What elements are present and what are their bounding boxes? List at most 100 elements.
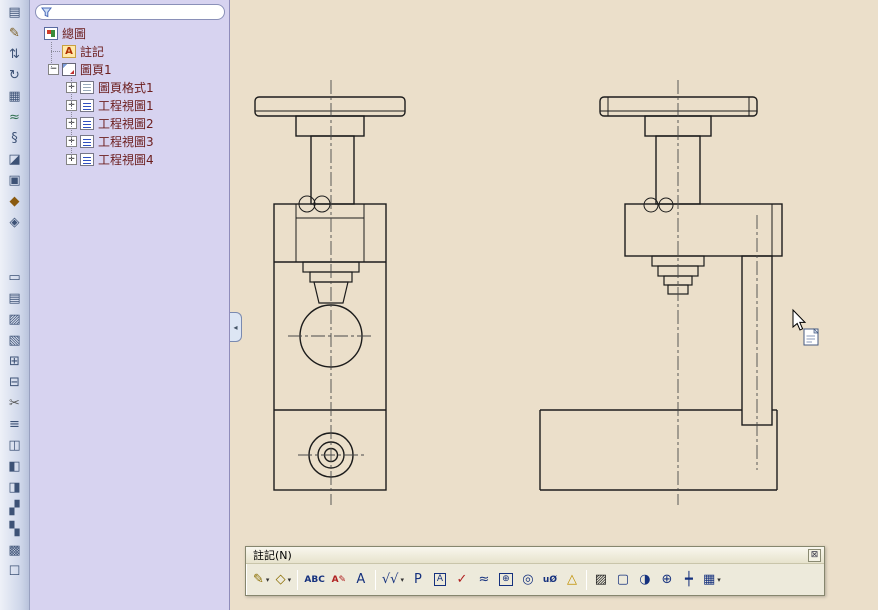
surface-finish-icon[interactable]: √√ ▾ [379, 568, 407, 592]
drawing-view-icon [80, 98, 94, 112]
merge-cells-icon[interactable]: ⊟ [3, 372, 27, 392]
projected-view-icon[interactable]: ◪ [3, 149, 27, 169]
solidworks-drawing-window: ▤ ✎ ⇅ ↻ ▦ ≈ § ◪ ▣ ◆ ◈ ▭ ▤ ▨ ▧ ⊞ ⊟ ✂ ≡ ◫ ◧ ◨ ▞ ▚ ▩ ☐ 總圖 A 註記 − 圖頁1 + 圖頁格… [0, 0, 878, 610]
tree-item-0[interactable]: 總圖 [30, 24, 229, 42]
dropdown-arrow-icon[interactable]: ▾ [400, 576, 404, 584]
balloon-icon-glyph: ◇ [275, 571, 286, 587]
half-fill-left-icon[interactable]: ◧ [3, 456, 27, 476]
tree-item-6[interactable]: + 工程視圖3 [30, 132, 229, 150]
weld-symbol-icon[interactable]: P [407, 568, 429, 592]
small-diamond-icon[interactable]: ◈ [3, 212, 27, 232]
section-symbol-icon[interactable]: § [3, 128, 27, 148]
note-text-icon[interactable]: A [350, 568, 372, 592]
collapse-expander-icon[interactable]: − [48, 63, 59, 75]
diamond-marker-icon[interactable]: ◆ [3, 191, 27, 211]
tree-item-label: 圖頁1 [80, 62, 112, 77]
datum-target-icon-glyph: ◎ [522, 571, 534, 587]
mouse-cursor-icon [792, 308, 819, 346]
spell-checker-icon[interactable]: ABC [301, 568, 327, 592]
swap-arrows-icon[interactable]: ⇅ [3, 44, 27, 64]
note-icon-glyph: ✎ [253, 571, 264, 587]
check-symbol-icon-glyph: ✓ [456, 571, 468, 587]
filter-input[interactable] [56, 6, 219, 18]
table-icon[interactable]: ▦ ▾ [700, 568, 724, 592]
tree-item-label: 註記 [80, 44, 105, 59]
tree-item-label: 工程視圖4 [98, 152, 154, 167]
tree-item-5[interactable]: + 工程視圖2 [30, 114, 229, 132]
note-text-icon-glyph: A [356, 571, 366, 587]
revision-cloud-icon[interactable]: ▢ [612, 568, 634, 592]
tree-connector-stub [51, 51, 60, 52]
caterpillar-icon[interactable]: ≈ [473, 568, 495, 592]
close-button[interactable]: ⊠ [808, 548, 821, 562]
annotation-toolbar: 註記(N) ⊠ ✎ ▾ ◇ ▾ ABC A✎ A √√ ▾ P A ✓ ≈ ⊕ ◎ uØ △ ▨ ▢ ◑ ⊕ ┿ ▦ ▾ [245, 546, 825, 596]
drawing-canvas[interactable] [230, 0, 878, 610]
annotation-toolbar-titlebar[interactable]: 註記(N) ⊠ [246, 547, 824, 564]
tree-connector-line [51, 42, 52, 69]
pattern-tool-icon[interactable]: ▧ [3, 330, 27, 350]
tree-item-3[interactable]: + 圖頁格式1 [30, 78, 229, 96]
feature-tree-panel: 總圖 A 註記 − 圖頁1 + 圖頁格式1 + 工程視圖1 + 工程視圖2 + 工程視圖3 + 工程視圖4 [30, 0, 230, 610]
annotation-toolbar-title: 註記(N) [253, 549, 292, 562]
diagonal-fill-icon[interactable]: ▞ [3, 498, 27, 518]
drawing-view-icon [80, 134, 94, 148]
drawing-sheet[interactable] [230, 0, 878, 610]
dropdown-arrow-icon[interactable]: ▾ [288, 576, 292, 584]
front-view-centerlines [288, 80, 374, 505]
revision-symbol-icon[interactable]: △ [561, 568, 583, 592]
note-icon[interactable]: ✎ ▾ [250, 568, 272, 592]
view-palette-icon[interactable]: ▣ [3, 170, 27, 190]
outline-box-icon[interactable]: ☐ [3, 561, 27, 581]
format-painter-icon[interactable]: A✎ [328, 568, 350, 592]
toolbar-separator [374, 569, 376, 590]
balloon-icon[interactable]: ◇ ▾ [272, 568, 294, 592]
feature-tree-filter [35, 4, 225, 20]
center-mark-icon-glyph: ⊕ [661, 571, 673, 587]
area-hatch-icon[interactable]: ▨ [590, 568, 612, 592]
hole-callout-icon[interactable]: uØ [539, 568, 561, 592]
frame-tool-icon[interactable]: ▭ [3, 267, 27, 287]
rotate-view-icon[interactable]: ↻ [3, 65, 27, 85]
dropdown-arrow-icon[interactable]: ▾ [266, 576, 270, 584]
spline-icon[interactable]: ≈ [3, 107, 27, 127]
spell-checker-icon-glyph: ABC [304, 574, 325, 585]
view-grid-icon[interactable]: ▦ [3, 86, 27, 106]
format-painter-icon-glyph: A✎ [331, 574, 347, 585]
edit-annotation-icon[interactable]: ✎ [3, 23, 27, 43]
revision-symbol-icon-glyph: △ [566, 571, 577, 587]
tree-item-label: 圖頁格式1 [98, 80, 154, 95]
tree-item-label: 工程視圖1 [98, 98, 154, 113]
half-fill-right-icon[interactable]: ◨ [3, 477, 27, 497]
center-mark-icon[interactable]: ⊕ [656, 568, 678, 592]
sheet-properties-icon[interactable]: ▤ [3, 2, 27, 22]
grid-tool-icon[interactable]: ▤ [3, 288, 27, 308]
left-toolbar: ▤ ✎ ⇅ ↻ ▦ ≈ § ◪ ▣ ◆ ◈ ▭ ▤ ▨ ▧ ⊞ ⊟ ✂ ≡ ◫ ◧ ◨ ▞ ▚ ▩ ☐ [0, 0, 30, 610]
diagonal-fill-alt-icon[interactable]: ▚ [3, 519, 27, 539]
datum-feature-icon[interactable]: A [429, 568, 451, 592]
check-symbol-icon[interactable]: ✓ [451, 568, 473, 592]
cut-tool-icon[interactable]: ✂ [3, 393, 27, 413]
columns-tool-icon[interactable]: ◫ [3, 435, 27, 455]
tree-item-2[interactable]: − 圖頁1 [30, 60, 229, 78]
dropdown-arrow-icon[interactable]: ▾ [717, 576, 721, 584]
datum-target-icon[interactable]: ◎ [517, 568, 539, 592]
dense-fill-icon[interactable]: ▩ [3, 540, 27, 560]
geometric-tolerance-icon[interactable]: ⊕ [495, 568, 517, 592]
front-view[interactable] [254, 96, 406, 491]
tree-item-7[interactable]: + 工程視圖4 [30, 150, 229, 168]
annotations-folder-icon: A [62, 44, 76, 58]
feature-tree: 總圖 A 註記 − 圖頁1 + 圖頁格式1 + 工程視圖1 + 工程視圖2 + 工程視圖3 + 工程視圖4 [30, 24, 229, 168]
dowel-pin-icon[interactable]: ◑ [634, 568, 656, 592]
panel-collapse-handle[interactable]: ◂ [230, 312, 242, 342]
side-view[interactable] [539, 96, 783, 491]
hatch-tool-icon[interactable]: ▨ [3, 309, 27, 329]
tree-item-4[interactable]: + 工程視圖1 [30, 96, 229, 114]
tree-connector-line [71, 78, 72, 159]
centerline-icon[interactable]: ┿ [678, 568, 700, 592]
filter-funnel-icon [41, 7, 52, 17]
list-tool-icon[interactable]: ≡ [3, 414, 27, 434]
area-hatch-icon-glyph: ▨ [594, 571, 608, 587]
caterpillar-icon-glyph: ≈ [478, 571, 490, 587]
weld-symbol-icon-glyph: P [414, 571, 422, 587]
cells-tool-icon[interactable]: ⊞ [3, 351, 27, 371]
